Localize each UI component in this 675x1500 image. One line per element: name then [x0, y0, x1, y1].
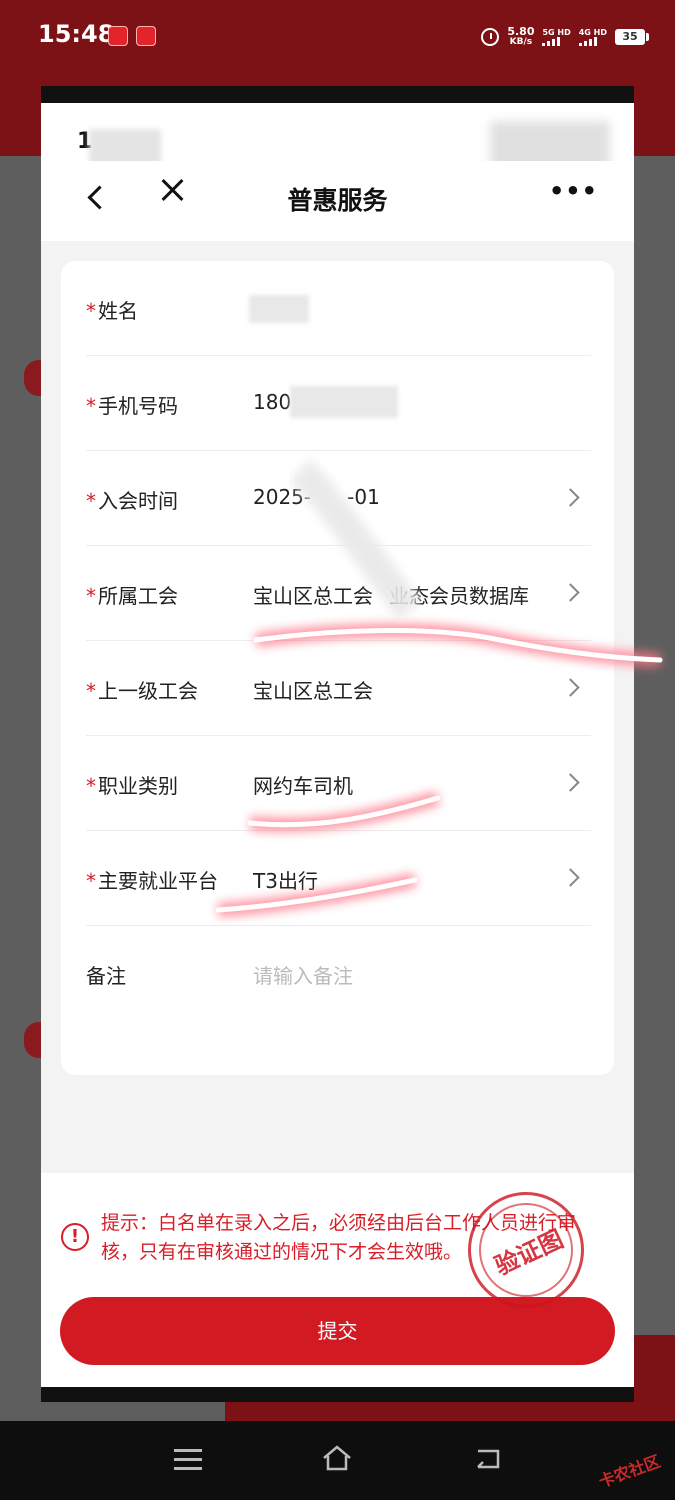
- recent-apps-icon[interactable]: [174, 1449, 202, 1471]
- system-navigation-bar: 卡农社区: [0, 1421, 675, 1500]
- verification-stamp: 验证图: [468, 1192, 584, 1308]
- highlight-stroke-union: [253, 623, 663, 667]
- redaction-smear: [289, 459, 422, 620]
- home-icon[interactable]: [322, 1443, 352, 1473]
- back-nav-icon[interactable]: [474, 1447, 502, 1471]
- highlight-stroke-occupation: [247, 791, 441, 832]
- highlight-stroke-platform: [215, 873, 418, 917]
- watermark: 卡农社区: [596, 1451, 663, 1492]
